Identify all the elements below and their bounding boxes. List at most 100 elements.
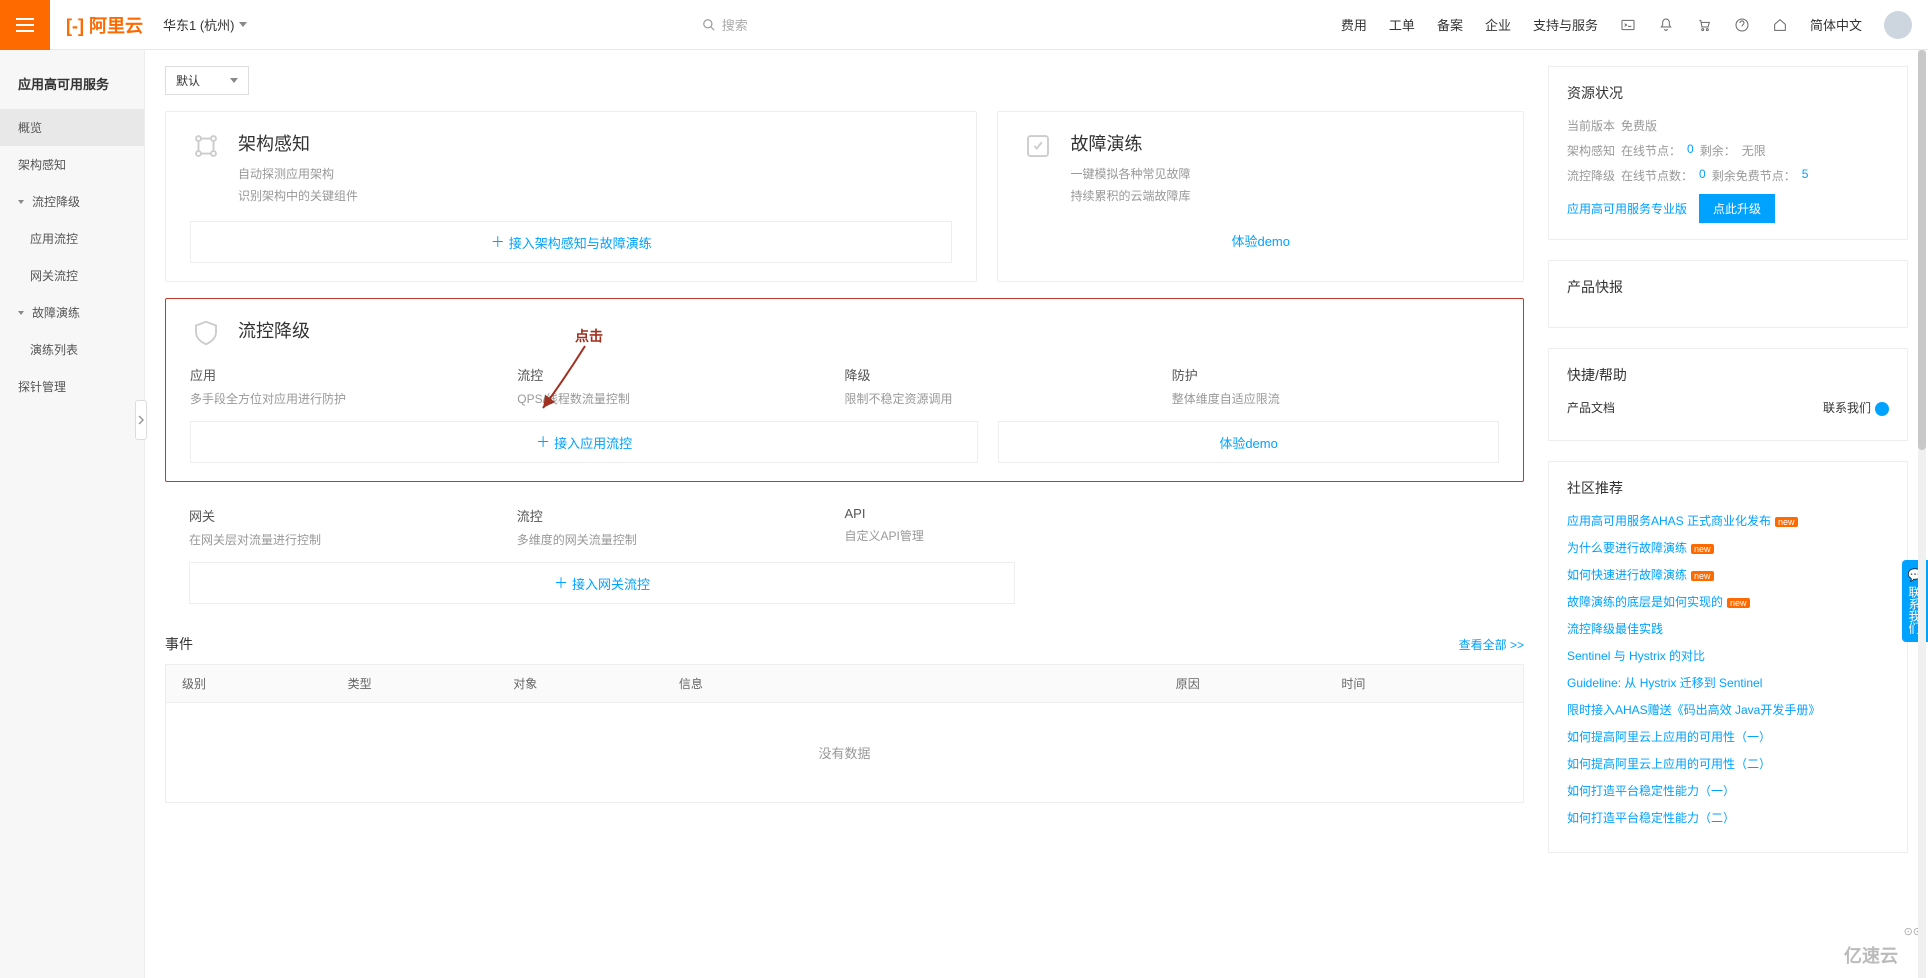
sidebar-item-drilllist[interactable]: 演练列表 [0,331,144,368]
help-icon[interactable] [1734,17,1750,33]
gw-col-3-title: API [845,506,1173,521]
fault-demo-button[interactable]: 体验demo [1022,221,1499,260]
sidebar-item-faultdrill[interactable]: 故障演练 [0,294,144,331]
search-icon [702,18,716,32]
chevron-down-icon [230,78,238,83]
flow-title: 流控降级 [238,317,310,343]
watermark: 亿速云 [1844,942,1898,968]
flow-demo-button[interactable]: 体验demo [998,421,1499,463]
arrow-annotation [535,338,595,418]
fault-sub-1: 一键模拟各种常见故障 [1070,164,1190,186]
doc-link[interactable]: 产品文档 [1567,399,1615,416]
community-link-1[interactable]: 为什么要进行故障演练new [1567,539,1889,556]
community-link-9[interactable]: 如何提高阿里云上应用的可用性（二） [1567,755,1889,772]
nav-right: 费用 工单 备案 企业 支持与服务 简体中文 [1341,11,1912,39]
pro-link[interactable]: 应用高可用服务专业版 [1567,194,1687,223]
search-input[interactable]: 搜索 [694,11,894,38]
express-panel: 产品快报 [1548,260,1908,328]
community-link-0[interactable]: 应用高可用服务AHAS 正式商业化发布new [1567,512,1889,529]
gateway-card: 网关在网关层对流量进行控制 流控多维度的网关流量控制 API自定义API管理 ＋… [165,498,1524,622]
th-message: 信息 [679,675,1176,692]
home-icon[interactable] [1772,17,1788,33]
flow-col-3-title: 降级 [845,365,1172,384]
bell-icon[interactable] [1658,17,1674,33]
flow-col-1-title: 应用 [190,365,517,384]
arch-card: 架构感知 自动探测应用架构 识别架构中的关键组件 ＋ 接入架构感知与故障演练 [165,111,977,282]
flow-col-3-desc: 限制不稳定资源调用 [845,390,1172,407]
th-level: 级别 [182,675,348,692]
scrollbar-thumb[interactable] [1918,50,1926,450]
sidebar-item-flowcontrol[interactable]: 流控降级 [0,183,144,220]
community-link-2[interactable]: 如何快速进行故障演练new [1567,566,1889,583]
contact-icon [1875,402,1889,416]
contact-link[interactable]: 联系我们 [1823,399,1889,416]
caret-icon [18,200,24,204]
nav-ticket[interactable]: 工单 [1389,15,1415,34]
th-time: 时间 [1341,675,1507,692]
community-link-3[interactable]: 故障演练的底层是如何实现的new [1567,593,1889,610]
th-reason: 原因 [1176,675,1342,692]
nav-enterprise[interactable]: 企业 [1485,15,1511,34]
help-panel: 快捷/帮助 产品文档 联系我们 [1548,348,1908,441]
cloudshell-icon[interactable] [1620,17,1636,33]
resource-panel: 资源状况 当前版本 免费版 架构感知 在线节点：0 剩余：无限 流控降级 在线节… [1548,66,1908,240]
topbar: [-] 阿里云 华东1 (杭州) 搜索 费用 工单 备案 企业 支持与服务 简体… [0,0,1928,50]
community-link-8[interactable]: 如何提高阿里云上应用的可用性（一） [1567,728,1889,745]
arch-sub-1: 自动探测应用架构 [238,164,358,186]
flow-connect-button[interactable]: ＋ 接入应用流控 [190,421,978,463]
lang-selector[interactable]: 简体中文 [1810,15,1862,34]
avatar[interactable] [1884,11,1912,39]
th-type: 类型 [348,675,514,692]
sidebar-item-gatewayflow[interactable]: 网关流控 [0,257,144,294]
caret-icon [18,311,24,315]
plus-icon: ＋ [554,573,568,593]
search-placeholder: 搜索 [722,15,748,34]
community-link-5[interactable]: Sentinel 与 Hystrix 的对比 [1567,647,1889,664]
scrollbar[interactable] [1918,50,1926,978]
community-title: 社区推荐 [1567,478,1889,498]
community-link-11[interactable]: 如何打造平台稳定性能力（二） [1567,809,1889,826]
events-view-all-link[interactable]: 查看全部 >> [1459,636,1524,653]
sidebar-collapse-button[interactable] [135,400,147,440]
region-selector[interactable]: 华东1 (杭州) [163,15,247,34]
menu-toggle-button[interactable] [0,0,50,50]
sidebar-item-appflow[interactable]: 应用流控 [0,220,144,257]
gateway-connect-button[interactable]: ＋ 接入网关流控 [189,562,1015,604]
upgrade-button[interactable]: 点此升级 [1699,194,1775,223]
events-table-header: 级别 类型 对象 信息 原因 时间 [165,664,1524,703]
new-badge: new [1691,544,1714,554]
th-target: 对象 [513,675,679,692]
community-link-7[interactable]: 限时接入AHAS赠送《码出高效 Java开发手册》 [1567,701,1889,718]
cart-icon[interactable] [1696,17,1712,33]
sidebar: 应用高可用服务 概览 架构感知 流控降级 应用流控 网关流控 故障演练 演练列表… [0,50,145,978]
sidebar-item-arch[interactable]: 架构感知 [0,146,144,183]
nav-icp[interactable]: 备案 [1437,15,1463,34]
fault-title: 故障演练 [1070,130,1190,156]
flow-online-count: 0 [1699,167,1706,184]
shield-icon [190,317,222,349]
namespace-selector[interactable]: 默认 [165,66,249,95]
chevron-down-icon [239,22,247,27]
resource-title: 资源状况 [1567,83,1889,103]
nav-support[interactable]: 支持与服务 [1533,15,1598,34]
events-section: 事件 查看全部 >> 级别 类型 对象 信息 原因 时间 没有数据 [165,634,1524,803]
gw-col-2-desc: 多维度的网关流量控制 [517,531,845,548]
sidebar-item-overview[interactable]: 概览 [0,109,144,146]
community-link-6[interactable]: Guideline: 从 Hystrix 迁移到 Sentinel [1567,674,1889,691]
arch-sub-2: 识别架构中的关键组件 [238,186,358,208]
new-badge: new [1727,598,1750,608]
sidebar-item-probe[interactable]: 探针管理 [0,368,144,405]
community-link-4[interactable]: 流控降级最佳实践 [1567,620,1889,637]
events-empty: 没有数据 [165,703,1524,803]
sidebar-title: 应用高可用服务 [0,58,144,109]
community-link-10[interactable]: 如何打造平台稳定性能力（一） [1567,782,1889,799]
community-panel: 社区推荐 应用高可用服务AHAS 正式商业化发布new 为什么要进行故障演练new… [1548,461,1908,853]
arch-icon [190,130,222,162]
arch-connect-button[interactable]: ＋ 接入架构感知与故障演练 [190,221,952,263]
help-title: 快捷/帮助 [1567,365,1889,385]
gw-col-3-desc: 自定义API管理 [845,527,1173,544]
express-title: 产品快报 [1567,277,1889,297]
nav-fee[interactable]: 费用 [1341,15,1367,34]
gw-col-1-title: 网关 [189,506,517,525]
gw-col-1-desc: 在网关层对流量进行控制 [189,531,517,548]
